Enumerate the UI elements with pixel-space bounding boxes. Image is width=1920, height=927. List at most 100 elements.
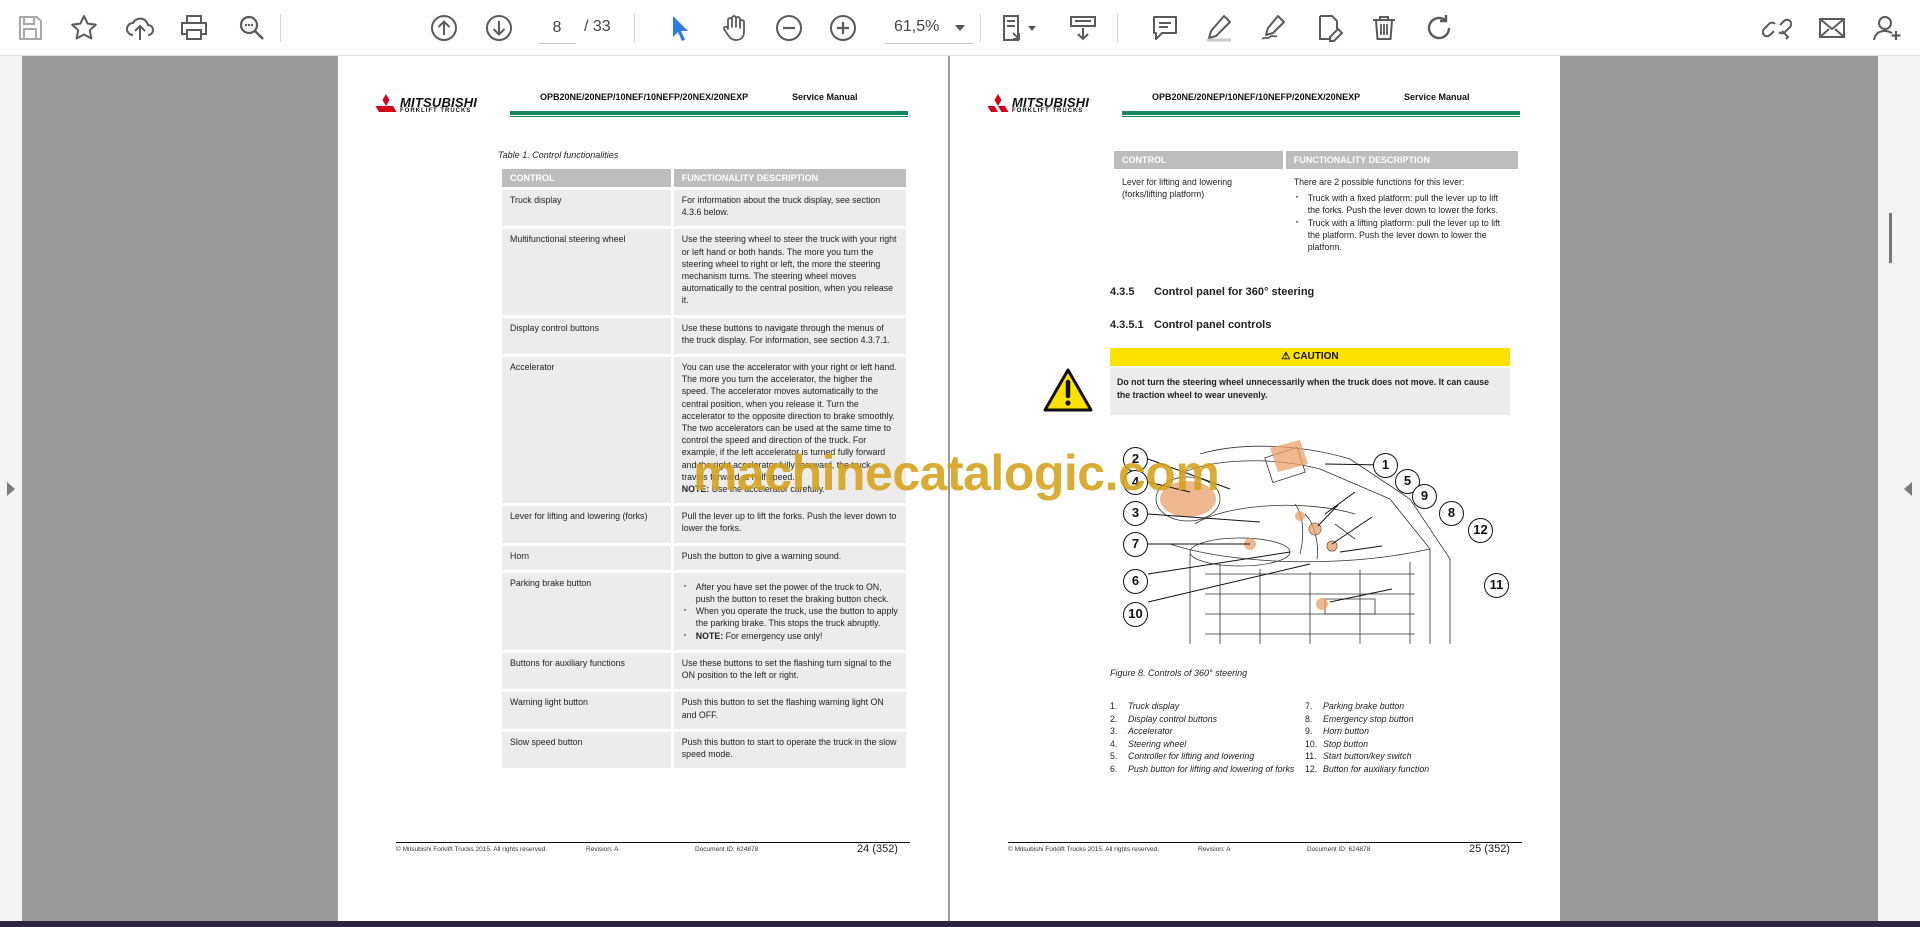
scrollbar-thumb[interactable] bbox=[1889, 213, 1892, 263]
expand-right-panel-icon[interactable] bbox=[1904, 482, 1912, 496]
rotate-icon[interactable] bbox=[1420, 9, 1458, 47]
page-fit-icon[interactable] bbox=[994, 9, 1036, 47]
control-table-continued: CONTROL FUNCTIONALITY DESCRIPTION Lever … bbox=[1111, 148, 1521, 264]
edit-file-icon[interactable] bbox=[1310, 9, 1348, 47]
attach-link-icon[interactable] bbox=[1758, 9, 1796, 47]
zoom-dropdown[interactable]: 61,5% bbox=[884, 12, 974, 44]
control-cell: Horn bbox=[502, 545, 671, 570]
print-icon[interactable] bbox=[175, 9, 213, 47]
bookmark-star-icon[interactable] bbox=[65, 9, 103, 47]
caution-label: CAUTION bbox=[1293, 351, 1339, 362]
hand-icon[interactable] bbox=[715, 9, 753, 47]
select-arrow-icon[interactable] bbox=[660, 9, 698, 47]
legend-number: 4. bbox=[1110, 738, 1118, 749]
legend-text: Controller for lifting and lowering bbox=[1128, 751, 1255, 762]
header-rule bbox=[510, 111, 908, 117]
delete-icon[interactable] bbox=[1365, 9, 1403, 47]
description-cell: Use the steering wheel to steer the truc… bbox=[673, 229, 906, 315]
legend-item: 1. Truck display bbox=[1110, 700, 1300, 713]
description-cell: Use these buttons to navigate through th… bbox=[673, 317, 906, 355]
callout-12: 12 bbox=[1468, 518, 1493, 543]
description-text: There are 2 possible functions for this … bbox=[1293, 177, 1465, 187]
column-header-control: CONTROL bbox=[502, 169, 671, 187]
zoom-out-icon[interactable] bbox=[770, 9, 808, 47]
table-row: Lever for lifting and lowering (forks) P… bbox=[502, 506, 906, 543]
toolbar-separator bbox=[980, 14, 981, 42]
subsection-heading: 4.3.5.1 Control panel controls bbox=[1110, 319, 1271, 331]
legend-number: 8. bbox=[1305, 713, 1313, 724]
table-caption: Table 1. Control functionalities bbox=[498, 150, 619, 160]
taskbar-strip bbox=[0, 921, 1920, 927]
page-number-input[interactable] bbox=[538, 12, 576, 44]
scroll-mode-icon[interactable] bbox=[1064, 9, 1102, 47]
header-model: OPB20NE/20NEP/10NEF/10NEFP/20NEX/20NEXP bbox=[1152, 92, 1361, 102]
section-heading: 4.3.5 Control panel for 360° steering bbox=[1110, 286, 1314, 298]
page-up-icon[interactable] bbox=[425, 9, 463, 47]
legend-text: Parking brake button bbox=[1323, 701, 1405, 711]
header-model: OPB20NE/20NEP/10NEF/10NEFP/20NEX/20NEXP bbox=[540, 92, 749, 102]
zoom-value: 61,5% bbox=[894, 18, 940, 35]
control-cell: Warning light button bbox=[502, 692, 671, 729]
description-cell: Pull the lever up to lift the forks. Pus… bbox=[673, 506, 906, 543]
bullet-list: After you have set the power of the truc… bbox=[682, 581, 898, 642]
zoom-in-icon[interactable] bbox=[824, 9, 862, 47]
legend-text: Truck display bbox=[1128, 701, 1180, 711]
right-panel-strip bbox=[1878, 56, 1920, 921]
control-cell: Lever for lifting and lowering (forks) bbox=[502, 506, 671, 543]
callout-9: 9 bbox=[1412, 484, 1437, 509]
legend-number: 5. bbox=[1110, 751, 1118, 762]
footer-copyright: © Mitsubishi Forklift Trucks 2015. All r… bbox=[1008, 846, 1160, 853]
callout-3: 3 bbox=[1123, 501, 1148, 526]
warning-triangle-icon bbox=[1043, 368, 1093, 412]
table-row: Truck display For information about the … bbox=[502, 190, 906, 227]
control-cell: Multifunctional steering wheel bbox=[502, 229, 671, 315]
bullet-item: NOTE: For emergency use only! bbox=[682, 630, 898, 642]
draw-signature-icon[interactable] bbox=[1255, 9, 1293, 47]
description-cell: There are 2 possible functions for this … bbox=[1285, 172, 1518, 262]
column-header-control: CONTROL bbox=[1114, 151, 1283, 169]
legend-text: Emergency stop button bbox=[1323, 713, 1414, 724]
legend-number: 1. bbox=[1110, 701, 1118, 711]
email-icon[interactable] bbox=[1813, 9, 1851, 47]
table-row: Horn Push the button to give a warning s… bbox=[502, 545, 906, 570]
save-icon[interactable] bbox=[11, 9, 49, 47]
upload-cloud-icon[interactable] bbox=[121, 9, 159, 47]
brand-subtitle: FORKLIFT TRUCKS bbox=[400, 108, 472, 114]
legend-item: 5. Controller for lifting and lowering bbox=[1110, 750, 1300, 763]
note-label: NOTE: bbox=[695, 630, 724, 641]
comment-icon[interactable] bbox=[1146, 9, 1184, 47]
header-manual: Service Manual bbox=[1404, 92, 1470, 102]
toolbar-separator bbox=[634, 14, 635, 42]
subsection-number: 4.3.5.1 bbox=[1110, 319, 1144, 331]
section-title: Control panel for 360° steering bbox=[1154, 286, 1315, 298]
toolbar: / 33 61,5% bbox=[0, 0, 1920, 56]
callout-7: 7 bbox=[1123, 532, 1148, 557]
legend-item: 2. Display control buttons bbox=[1110, 713, 1300, 726]
page-down-icon[interactable] bbox=[480, 9, 518, 47]
figure-legend-left: 1. Truck display 2. Display control button… bbox=[1110, 700, 1300, 776]
legend-item: 8. Emergency stop button bbox=[1305, 713, 1505, 726]
highlight-pen-icon[interactable] bbox=[1200, 9, 1238, 47]
caution-small-warning-icon: ⚠ bbox=[1281, 351, 1291, 362]
legend-number: 10. bbox=[1305, 738, 1318, 749]
footer-revision: Revision: A bbox=[1198, 846, 1231, 853]
control-cell: Buttons for auxiliary functions bbox=[502, 652, 671, 690]
caution-banner: ⚠ CAUTION bbox=[1110, 348, 1510, 366]
document-viewer[interactable]: MITSUBISHI FORKLIFT TRUCKS OPB20NE/20NEP… bbox=[0, 56, 1920, 921]
bullet-item: After you have set the power of the truc… bbox=[682, 581, 898, 605]
expand-left-panel-icon[interactable] bbox=[7, 482, 15, 496]
zoom-search-icon[interactable] bbox=[233, 9, 271, 47]
callout-1: 1 bbox=[1373, 453, 1398, 478]
table-row: Parking brake button After you have set … bbox=[502, 572, 906, 650]
add-user-icon[interactable] bbox=[1868, 9, 1906, 47]
page-total: / 33 bbox=[584, 18, 611, 35]
legend-text: Start button/key switch bbox=[1323, 751, 1412, 762]
legend-item: 11. Start button/key switch bbox=[1305, 750, 1505, 763]
left-panel-strip bbox=[0, 56, 22, 921]
table-row: Multifunctional steering wheel Use the s… bbox=[502, 229, 906, 315]
callout-6: 6 bbox=[1123, 569, 1148, 594]
legend-item: 4. Steering wheel bbox=[1110, 738, 1300, 751]
footer-document-id: Document ID: 624878 bbox=[1307, 846, 1371, 853]
header-rule bbox=[1122, 111, 1520, 117]
legend-text: Steering wheel bbox=[1128, 738, 1187, 749]
